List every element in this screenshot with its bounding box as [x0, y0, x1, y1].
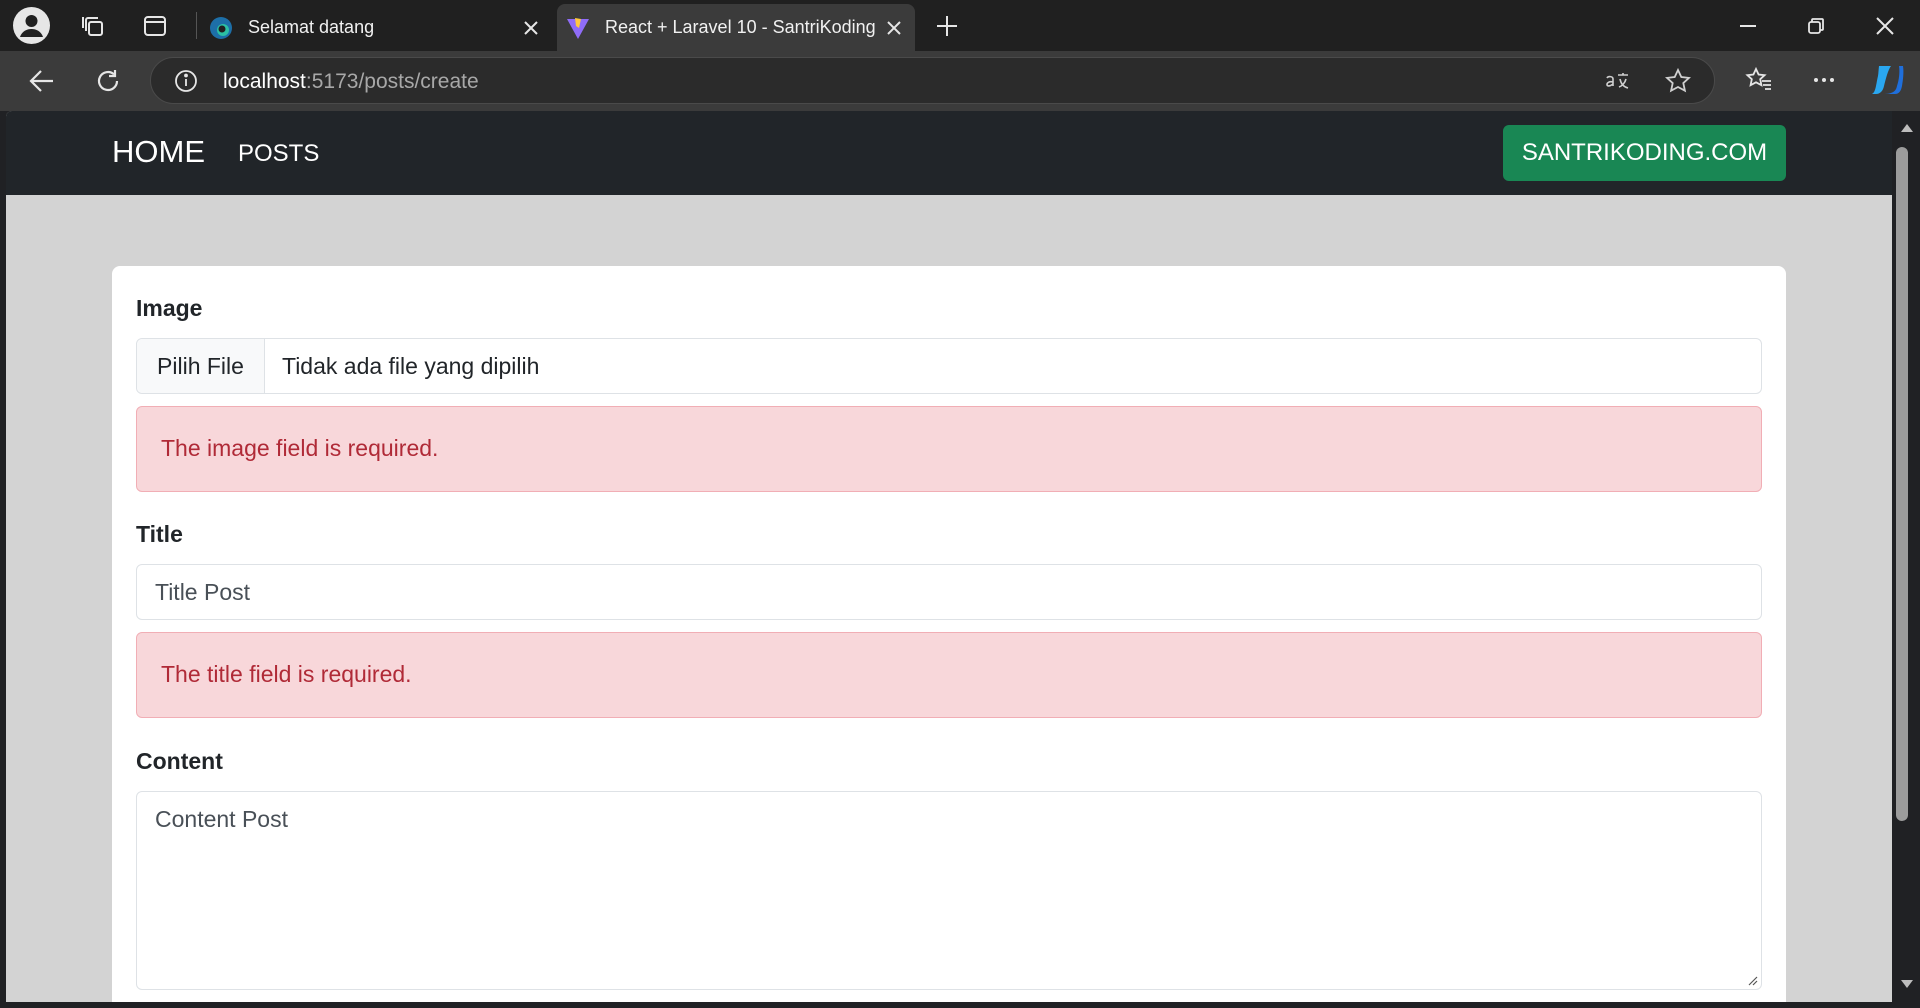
- title-input[interactable]: Title Post: [136, 564, 1762, 620]
- vite-logo-icon: [565, 15, 591, 41]
- more-options-icon[interactable]: [1808, 64, 1840, 96]
- santrikoding-button[interactable]: SANTRIKODING.COM: [1503, 125, 1786, 181]
- title-error-alert: The title field is required.: [136, 632, 1762, 718]
- tab-title: Selamat datang: [248, 17, 375, 37]
- site-navbar: HOME POSTS SANTRIKODING.COM: [6, 111, 1892, 195]
- close-tab-icon[interactable]: [879, 13, 909, 43]
- site-info-icon[interactable]: [173, 68, 199, 94]
- tab-actions-icon[interactable]: [140, 11, 170, 41]
- tab-selamat-datang[interactable]: Selamat datang: [200, 4, 552, 51]
- favorite-star-icon[interactable]: [1663, 67, 1693, 95]
- file-status-text: Tidak ada file yang dipilih: [282, 353, 540, 379]
- close-window-icon[interactable]: [1870, 11, 1900, 41]
- title-label: Title: [136, 521, 183, 547]
- back-arrow-icon[interactable]: [26, 65, 58, 97]
- copilot-icon[interactable]: [1868, 62, 1906, 98]
- content-placeholder: Content Post: [155, 806, 288, 832]
- url-text[interactable]: localhost:5173/posts/create: [223, 70, 479, 94]
- browser-toolbar: localhost:5173/posts/create: [0, 51, 1920, 111]
- profile-avatar-icon[interactable]: [13, 7, 50, 44]
- translate-icon[interactable]: [1603, 68, 1633, 94]
- image-error-alert: The image field is required.: [136, 406, 1762, 492]
- new-tab-icon[interactable]: [932, 11, 962, 41]
- tab-title: React + Laravel 10 - SantriKoding: [605, 17, 876, 37]
- content-label: Content: [136, 748, 223, 774]
- refresh-icon[interactable]: [92, 65, 124, 97]
- image-file-input[interactable]: Pilih File Tidak ada file yang dipilih: [136, 338, 1762, 394]
- workspaces-icon[interactable]: [78, 11, 108, 41]
- edge-logo-icon: [208, 15, 234, 41]
- restore-icon[interactable]: [1801, 11, 1831, 41]
- url-path: :5173/posts/create: [305, 70, 479, 93]
- close-tab-icon[interactable]: [516, 13, 546, 43]
- url-host: localhost: [223, 70, 306, 93]
- address-bar[interactable]: localhost:5173/posts/create: [150, 57, 1715, 104]
- favorites-list-icon[interactable]: [1743, 64, 1775, 96]
- minimize-icon[interactable]: [1733, 11, 1763, 41]
- image-label: Image: [136, 295, 203, 321]
- resize-grip-icon[interactable]: [1746, 974, 1758, 986]
- page-viewport: HOME POSTS SANTRIKODING.COM Image Pilih …: [6, 111, 1892, 1002]
- nav-posts-link[interactable]: POSTS: [238, 140, 319, 168]
- choose-file-button[interactable]: Pilih File: [137, 339, 265, 393]
- create-post-card: Image Pilih File Tidak ada file yang dip…: [112, 266, 1786, 1002]
- tab-react-laravel[interactable]: React + Laravel 10 - SantriKoding: [557, 4, 915, 51]
- content-textarea[interactable]: Content Post: [136, 791, 1762, 990]
- tab-separator: [196, 12, 197, 39]
- title-placeholder: Title Post: [155, 579, 251, 605]
- scroll-up-arrow-icon[interactable]: [1900, 123, 1914, 133]
- nav-home-link[interactable]: HOME: [112, 134, 205, 170]
- scrollbar-thumb[interactable]: [1896, 147, 1908, 821]
- scroll-down-arrow-icon[interactable]: [1900, 979, 1914, 989]
- browser-tab-bar: Selamat datang React + Laravel 10 - Sant…: [0, 0, 1920, 51]
